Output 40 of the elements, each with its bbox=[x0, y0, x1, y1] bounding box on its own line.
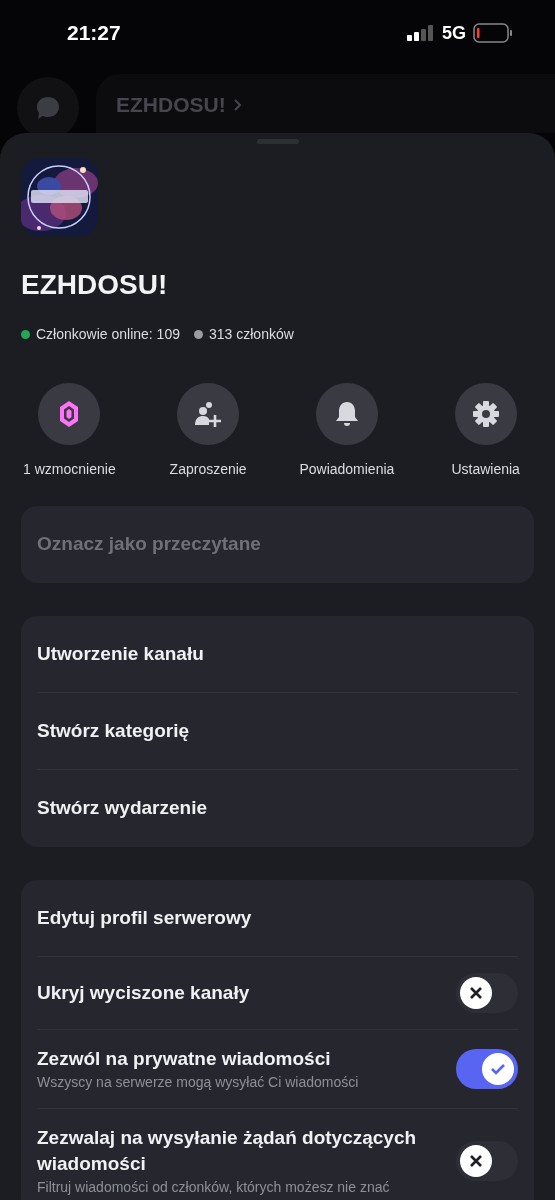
close-icon bbox=[469, 1154, 483, 1168]
member-stat: 313 członków bbox=[209, 325, 294, 344]
settings-row[interactable]: Ukryj wyciszone kanały bbox=[37, 957, 518, 1030]
row-label: Zezwalaj na wysyłanie żądań dotyczących wiadomości bbox=[37, 1126, 418, 1176]
chat-bubble-icon bbox=[35, 95, 61, 121]
toggle-switch[interactable] bbox=[456, 1141, 518, 1181]
action-label: Ustawienia bbox=[451, 460, 520, 479]
row-label: Zezwól na prywatne wiadomości bbox=[37, 1047, 332, 1071]
toggle-switch[interactable] bbox=[456, 1049, 518, 1089]
row-description: Wszyscy na serwerze mogą wysyłać Ci wiadomości bbox=[37, 1073, 360, 1092]
action-button[interactable]: Ustawienia bbox=[416, 383, 555, 480]
server-name: EZHDOSU! bbox=[21, 268, 169, 302]
action-label: Zaproszenie bbox=[169, 460, 247, 479]
server-title: EZHDOSU! bbox=[116, 92, 226, 118]
battery-icon bbox=[473, 23, 513, 43]
menu-item[interactable]: Stwórz wydarzenie bbox=[37, 770, 518, 847]
member-stat: Członkowie online: 109 bbox=[36, 325, 180, 344]
network-type: 5G bbox=[442, 21, 466, 45]
menu-item[interactable]: Edytuj profil serwerowy bbox=[37, 880, 518, 957]
action-button[interactable]: Zaproszenie bbox=[138, 383, 278, 480]
action-label: 1 wzmocnienie bbox=[23, 460, 116, 479]
action-button[interactable]: 1 wzmocnienie bbox=[0, 383, 139, 480]
chevron-right-icon bbox=[233, 98, 242, 111]
bell-icon bbox=[334, 400, 359, 428]
settings-row[interactable]: Zezwól na prywatne wiadomości Wszyscy na serwerze mogą wysyłać Ci wiadomości bbox=[37, 1030, 518, 1109]
row-description: Filtruj wiadomości od członków, których możesz nie znać bbox=[37, 1178, 391, 1197]
check-icon bbox=[490, 1063, 506, 1075]
settings-row[interactable]: Zezwalaj na wysyłanie żądań dotyczących wiadomości Filtruj wiadomości od członków, których możesz nie znać bbox=[37, 1109, 518, 1200]
menu-item[interactable]: Utworzenie kanału bbox=[37, 616, 518, 693]
action-label: Powiadomienia bbox=[299, 460, 395, 479]
toggle-switch[interactable] bbox=[456, 973, 518, 1013]
action-button[interactable]: Powiadomienia bbox=[277, 383, 417, 480]
close-icon bbox=[469, 986, 483, 1000]
row-label: Ukryj wyciszone kanały bbox=[37, 981, 251, 1005]
add-person-icon bbox=[193, 400, 224, 428]
settings-icon bbox=[471, 400, 500, 428]
gem-icon bbox=[59, 400, 80, 428]
status-time: 21:27 bbox=[67, 20, 121, 47]
signal-icon bbox=[407, 25, 435, 41]
menu-item[interactable]: Stwórz kategorię bbox=[37, 693, 518, 770]
